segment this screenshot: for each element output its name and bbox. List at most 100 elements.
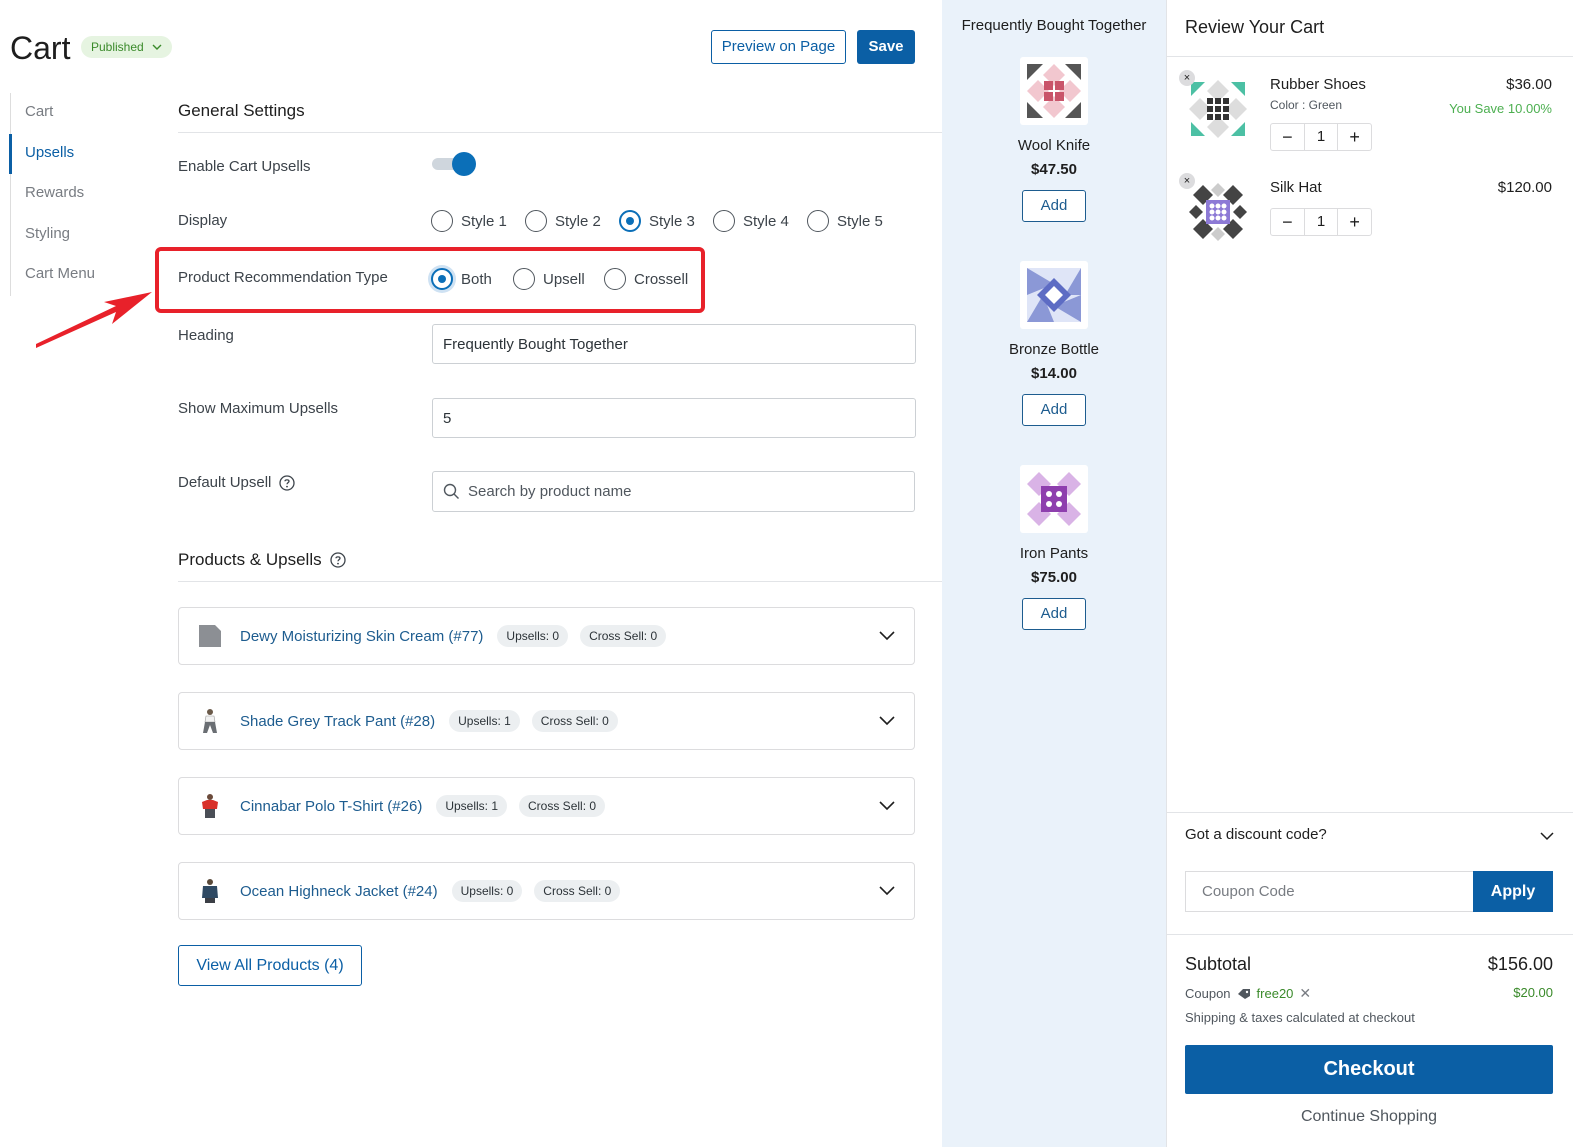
display-style-3-radio[interactable]: Style 3: [619, 210, 695, 232]
view-all-products-button[interactable]: View All Products (4): [178, 945, 362, 986]
product-thumbnail-track-pant: [197, 708, 223, 734]
product-row[interactable]: Dewy Moisturizing Skin Cream (#77) Upsel…: [178, 607, 915, 665]
qty-value[interactable]: 1: [1303, 124, 1339, 150]
chevron-down-icon[interactable]: [878, 882, 896, 900]
coupon-code-input[interactable]: [1185, 871, 1473, 912]
upsell-product-name: Bronze Bottle: [1008, 341, 1100, 358]
product-name[interactable]: Cinnabar Polo T-Shirt (#26): [240, 798, 422, 815]
help-icon[interactable]: [329, 552, 346, 568]
chevron-down-icon: [152, 44, 162, 50]
applied-coupon: Coupon free20 ✕: [1185, 985, 1311, 1002]
remove-item-icon[interactable]: ×: [1179, 70, 1195, 86]
default-upsell-search-input[interactable]: [468, 483, 908, 500]
page-title: Cart: [10, 30, 71, 66]
upsell-product-price: $14.00: [1031, 365, 1077, 382]
nav-item-rewards[interactable]: Rewards: [11, 174, 130, 215]
help-icon[interactable]: [279, 474, 296, 491]
nav-item-upsells[interactable]: Upsells: [9, 133, 130, 174]
qty-value[interactable]: 1: [1303, 209, 1339, 235]
display-style-4-radio[interactable]: Style 4: [713, 210, 789, 232]
coupon-label: Coupon: [1185, 986, 1231, 1001]
discount-code-label: Got a discount code?: [1185, 826, 1327, 843]
continue-shopping-link[interactable]: Continue Shopping: [1185, 1108, 1553, 1126]
default-upsell-search[interactable]: [432, 471, 915, 512]
checkout-button[interactable]: Checkout: [1185, 1045, 1553, 1094]
product-name[interactable]: Shade Grey Track Pant (#28): [240, 713, 435, 730]
settings-side-nav: Cart Upsells Rewards Styling Cart Menu: [9, 93, 130, 296]
qty-increase-button[interactable]: +: [1338, 209, 1371, 235]
radio-label: Style 2: [555, 212, 601, 230]
heading-label: Heading: [178, 327, 234, 344]
coupon-amount: $20.00: [1513, 985, 1553, 1000]
max-upsells-input[interactable]: [432, 398, 916, 438]
red-arrow-icon: [36, 292, 152, 348]
apply-coupon-button[interactable]: Apply: [1473, 871, 1553, 912]
divider: [178, 581, 942, 582]
cross-sell-count-badge: Cross Sell: 0: [580, 625, 667, 647]
radio-circle: [619, 210, 641, 232]
products-upsells-title-text: Products & Upsells: [178, 550, 322, 569]
annotation-highlight-box: [155, 247, 705, 313]
cart-item: × Rubber Shoes Color : Green $36.00 You …: [1179, 70, 1555, 156]
cart-title: Review Your Cart: [1185, 17, 1325, 37]
divider: [1167, 56, 1573, 57]
status-label: Published: [91, 40, 144, 54]
enable-upsells-label: Enable Cart Upsells: [178, 158, 311, 175]
upsell-product-name: Iron Pants: [1019, 545, 1089, 562]
display-style-2-radio[interactable]: Style 2: [525, 210, 601, 232]
quantity-stepper: − 1 +: [1270, 123, 1372, 151]
cart-item-name: Rubber Shoes: [1270, 76, 1366, 93]
radio-label: Style 4: [743, 212, 789, 230]
status-dropdown[interactable]: Published: [81, 36, 172, 58]
chevron-down-icon[interactable]: [878, 797, 896, 815]
preview-on-page-button[interactable]: Preview on Page: [711, 30, 846, 64]
product-row[interactable]: Cinnabar Polo T-Shirt (#26) Upsells: 1 C…: [178, 777, 915, 835]
subtotal-value: $156.00: [1487, 954, 1553, 974]
upsell-heading: Frequently Bought Together: [961, 17, 1147, 34]
upsell-product-image: [1020, 465, 1088, 533]
nav-item-cart[interactable]: Cart: [11, 93, 130, 134]
upsell-preview-panel: Frequently Bought Together Wool Knife $4…: [942, 0, 1166, 1147]
enable-upsells-toggle[interactable]: [432, 152, 476, 176]
cart-item-savings: You Save 10.00%: [1449, 101, 1552, 116]
heading-input[interactable]: [432, 324, 916, 364]
product-name[interactable]: Dewy Moisturizing Skin Cream (#77): [240, 628, 483, 645]
chevron-down-icon[interactable]: [878, 627, 896, 645]
product-thumbnail-polo: [197, 793, 223, 819]
tag-icon: [1237, 988, 1250, 999]
display-style-5-radio[interactable]: Style 5: [807, 210, 883, 232]
product-row[interactable]: Ocean Highneck Jacket (#24) Upsells: 0 C…: [178, 862, 915, 920]
upsell-add-button[interactable]: Add: [1022, 598, 1086, 630]
product-thumbnail-jacket: [197, 878, 223, 904]
display-style-1-radio[interactable]: Style 1: [431, 210, 507, 232]
radio-label: Style 3: [649, 212, 695, 230]
discount-code-toggle[interactable]: Got a discount code?: [1185, 826, 1555, 843]
upsell-product-name: Wool Knife: [1017, 137, 1091, 154]
cart-review-panel: Review Your Cart × Rubber Shoes Color : …: [1166, 0, 1573, 1147]
upsell-add-button[interactable]: Add: [1022, 394, 1086, 426]
cart-item-name: Silk Hat: [1270, 179, 1322, 196]
display-label: Display: [178, 212, 228, 229]
nav-item-styling[interactable]: Styling: [11, 215, 130, 256]
subtotal-label: Subtotal: [1185, 954, 1252, 974]
radio-circle: [431, 210, 453, 232]
product-row[interactable]: Shade Grey Track Pant (#28) Upsells: 1 C…: [178, 692, 915, 750]
quantity-stepper: − 1 +: [1270, 208, 1372, 236]
cart-item-price: $36.00: [1506, 76, 1552, 93]
radio-circle: [713, 210, 735, 232]
remove-item-icon[interactable]: ×: [1179, 173, 1195, 189]
save-button[interactable]: Save: [857, 30, 915, 64]
divider: [1167, 934, 1573, 935]
divider: [1167, 812, 1573, 813]
qty-decrease-button[interactable]: −: [1271, 209, 1304, 235]
upsell-product-image: [1020, 57, 1088, 125]
close-icon[interactable]: ✕: [1299, 985, 1311, 1002]
product-name[interactable]: Ocean Highneck Jacket (#24): [240, 883, 438, 900]
qty-decrease-button[interactable]: −: [1271, 124, 1304, 150]
chevron-down-icon[interactable]: [878, 712, 896, 730]
qty-increase-button[interactable]: +: [1338, 124, 1371, 150]
upsell-add-button[interactable]: Add: [1022, 190, 1086, 222]
cart-item-price: $120.00: [1497, 179, 1552, 196]
default-upsell-label-text: Default Upsell: [178, 474, 272, 491]
products-upsells-title: Products & Upsells: [178, 550, 346, 570]
